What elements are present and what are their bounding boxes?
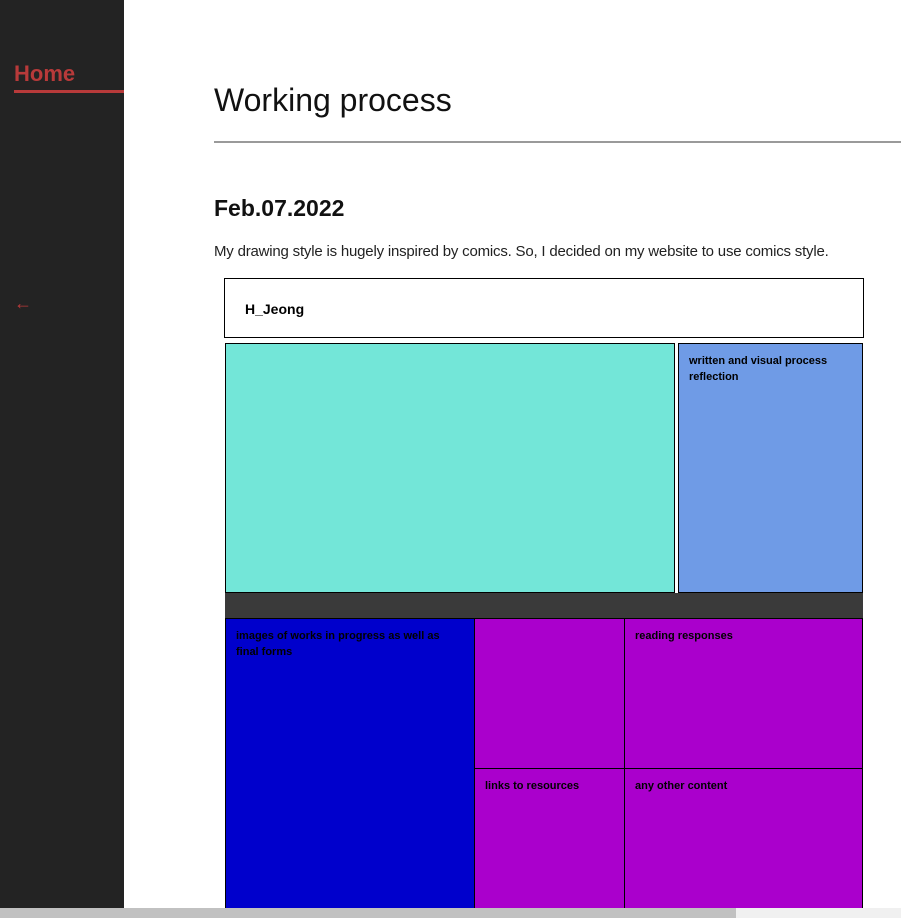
panel-label-reflection: written and visual process reflection xyxy=(689,355,828,383)
comic-divider-bar xyxy=(225,593,863,619)
horizontal-scrollbar[interactable] xyxy=(0,908,901,918)
panel-label-other: any other content xyxy=(635,780,728,792)
post-date: Feb.07.2022 xyxy=(214,195,345,221)
comic-panel-images: images of works in progress as well as f… xyxy=(225,618,475,918)
comic-panel-empty xyxy=(474,618,625,769)
intro-text: My drawing style is hugely inspired by c… xyxy=(214,243,829,260)
comic-author: H_Jeong xyxy=(245,301,305,317)
panel-label-images: images of works in progress as well as f… xyxy=(236,630,440,658)
page-title: Working process xyxy=(214,82,452,118)
comic-panel-reflection: written and visual process reflection xyxy=(678,343,863,593)
comic-header-panel: H_Jeong xyxy=(224,278,864,338)
sidebar: Home ← xyxy=(0,0,124,918)
comic-panel-links: links to resources xyxy=(474,768,625,918)
comic-panel-reading: reading responses xyxy=(624,618,863,769)
back-arrow-icon[interactable]: ← xyxy=(14,294,32,312)
panel-label-reading: reading responses xyxy=(635,630,733,642)
comic-panel-teal xyxy=(225,343,675,593)
scrollbar-thumb[interactable] xyxy=(0,908,736,918)
comic-panel-other: any other content xyxy=(624,768,863,918)
home-link[interactable]: Home xyxy=(14,60,124,93)
title-divider xyxy=(214,141,901,143)
panel-label-links: links to resources xyxy=(485,780,580,792)
